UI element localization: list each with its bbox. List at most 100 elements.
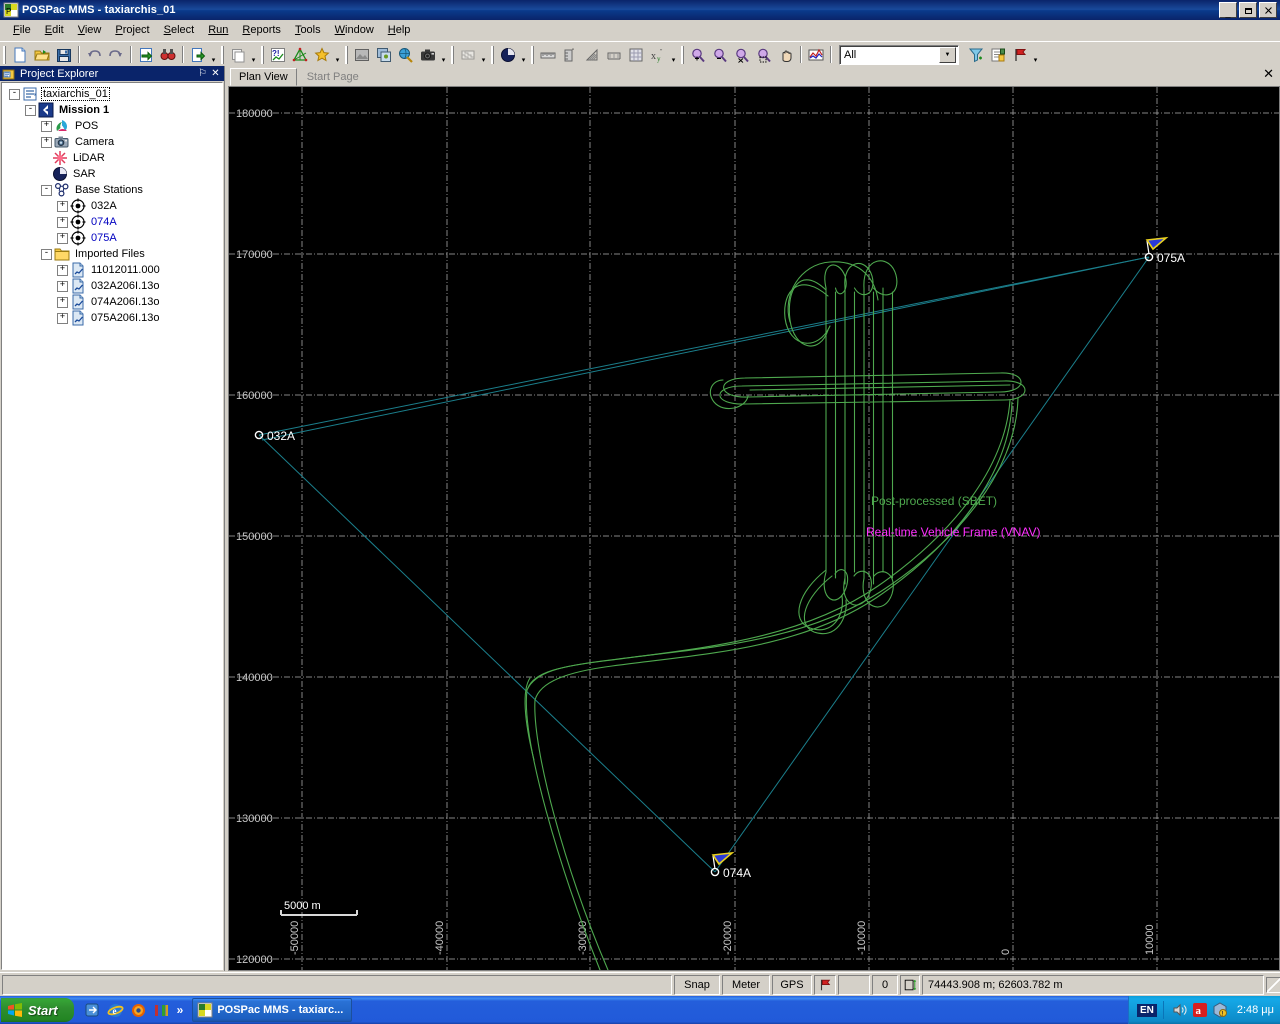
menu-edit[interactable]: Edit: [38, 22, 71, 38]
quick-launch-chevron-icon[interactable]: »: [177, 1003, 184, 1017]
tree-item-sar[interactable]: SAR: [4, 166, 222, 182]
menu-view[interactable]: View: [71, 22, 109, 38]
toolbar-grip[interactable]: [261, 45, 265, 64]
filter-combo[interactable]: All ▼: [839, 44, 959, 65]
expand-toggle-icon[interactable]: +: [57, 264, 68, 276]
toolbar-overflow-chevron[interactable]: ▾: [209, 43, 218, 66]
tree-item-074a[interactable]: +074A: [4, 214, 222, 230]
close-button[interactable]: [1259, 2, 1277, 18]
expand-toggle-icon[interactable]: +: [57, 200, 68, 212]
maximize-button[interactable]: [1239, 2, 1257, 18]
collapse-toggle-icon[interactable]: -: [25, 104, 36, 116]
expand-toggle-icon[interactable]: +: [57, 280, 68, 292]
menu-window[interactable]: Window: [328, 22, 381, 38]
zoom-out-icon[interactable]: [709, 44, 731, 65]
hatch-icon[interactable]: [581, 44, 603, 65]
toolbar-overflow-chevron[interactable]: ▾: [519, 43, 528, 66]
menu-project[interactable]: Project: [108, 22, 156, 38]
save-disk-icon[interactable]: [53, 44, 75, 65]
pan-hand-icon[interactable]: [775, 44, 797, 65]
volume-icon[interactable]: [1172, 1002, 1188, 1018]
expand-toggle-icon[interactable]: +: [41, 120, 52, 132]
tree-item-base-stations[interactable]: - Base Stations: [4, 182, 222, 198]
expand-toggle-icon[interactable]: +: [57, 296, 68, 308]
triangle-network-icon[interactable]: [289, 44, 311, 65]
toolbar-grip[interactable]: [681, 45, 685, 64]
new-document-icon[interactable]: [9, 44, 31, 65]
measure-icon[interactable]: ": [559, 44, 581, 65]
binoculars-icon[interactable]: [157, 44, 179, 65]
taskbar-button-pospac[interactable]: POSPac MMS - taxiarc...: [192, 998, 353, 1022]
collapse-toggle-icon[interactable]: -: [41, 184, 52, 196]
camera-icon[interactable]: [417, 44, 439, 65]
collapse-toggle-icon[interactable]: -: [9, 88, 20, 100]
menu-file[interactable]: FFileile: [6, 22, 38, 38]
menu-help[interactable]: Help: [381, 22, 418, 38]
tree-item-taxiarchis-01[interactable]: - taxiarchis_01: [4, 86, 222, 102]
expand-toggle-icon[interactable]: +: [57, 312, 68, 324]
toolbar-grip[interactable]: [451, 45, 455, 64]
toolbar-grip[interactable]: [3, 45, 7, 64]
status-units[interactable]: Meter: [722, 975, 770, 995]
tree-item-imported-files[interactable]: - Imported Files: [4, 246, 222, 262]
toolbar-overflow-chevron[interactable]: ▾: [333, 43, 342, 66]
star-icon[interactable]: [311, 44, 333, 65]
toolbar-grip[interactable]: [491, 45, 495, 64]
status-gps[interactable]: GPS: [772, 975, 812, 995]
red-flag-icon[interactable]: [814, 975, 836, 995]
checker-flag-icon[interactable]: [457, 44, 479, 65]
image-layers-icon[interactable]: [373, 44, 395, 65]
menu-run[interactable]: Run: [201, 22, 235, 38]
status-snap[interactable]: Snap: [674, 975, 720, 995]
plan-view-canvas[interactable]: 180000 170000 160000 150000 140000 130000 1200…: [228, 86, 1280, 971]
resize-grip[interactable]: [1266, 977, 1280, 993]
toolbar-overflow-chevron[interactable]: ▾: [439, 43, 448, 66]
tree-item-074a206i-13o[interactable]: +074A206I.13o: [4, 294, 222, 310]
pin-icon[interactable]: ⚐: [196, 68, 209, 79]
zoom-in-icon[interactable]: [687, 44, 709, 65]
toolbar-overflow-chevron[interactable]: ▾: [249, 43, 258, 66]
menu-select[interactable]: Select: [157, 22, 202, 38]
collapse-toggle-icon[interactable]: -: [41, 248, 52, 260]
toolbar-grip[interactable]: [345, 45, 349, 64]
expand-toggle-icon[interactable]: +: [57, 232, 68, 244]
tree-item-mission-1[interactable]: - Mission 1: [4, 102, 222, 118]
height-measure-icon[interactable]: [900, 975, 920, 995]
menu-tools[interactable]: Tools: [288, 22, 328, 38]
tree-item-075a[interactable]: +075A: [4, 230, 222, 246]
chevron-down-icon[interactable]: ▼: [939, 46, 956, 63]
tree-item-lidar[interactable]: LiDAR: [4, 150, 222, 166]
tree-item-075a206i-13o[interactable]: +075A206I.13o: [4, 310, 222, 326]
tree-item-032a[interactable]: +032A: [4, 198, 222, 214]
tab-start-page[interactable]: Start Page: [297, 68, 368, 86]
undo-icon[interactable]: [83, 44, 105, 65]
chart-icon[interactable]: [805, 44, 827, 65]
globe-icon[interactable]: [395, 44, 417, 65]
media-library-icon[interactable]: [153, 1002, 170, 1019]
pie-sphere-icon[interactable]: [497, 44, 519, 65]
menu-reports[interactable]: Reports: [235, 22, 288, 38]
language-indicator[interactable]: EN: [1136, 1003, 1157, 1017]
toolbar-overflow-chevron[interactable]: ▾: [1031, 43, 1040, 66]
tab-plan-view[interactable]: Plan View: [230, 68, 297, 86]
flag-icon[interactable]: [1009, 44, 1031, 65]
expand-toggle-icon[interactable]: +: [57, 216, 68, 228]
tree-item-11012011-000[interactable]: +11012011.000: [4, 262, 222, 278]
export-icon[interactable]: [187, 44, 209, 65]
image-icon[interactable]: [351, 44, 373, 65]
close-document-icon[interactable]: ✕: [1263, 67, 1274, 80]
expand-toggle-icon[interactable]: +: [41, 136, 52, 148]
qc-report-icon[interactable]: ?!: [267, 44, 289, 65]
show-desktop-icon[interactable]: [84, 1002, 101, 1019]
coords-icon[interactable]: x y ": [647, 44, 669, 65]
toolbar-grip[interactable]: [221, 45, 225, 64]
profile-icon[interactable]: [603, 44, 625, 65]
toolbar-overflow-chevron[interactable]: ▾: [479, 43, 488, 66]
start-button[interactable]: Start: [1, 998, 74, 1022]
minimize-button[interactable]: _: [1219, 2, 1237, 18]
toolbar-grip[interactable]: [531, 45, 535, 64]
toolbar-overflow-chevron[interactable]: ▾: [669, 43, 678, 66]
properties-icon[interactable]: [987, 44, 1009, 65]
tree-item-camera[interactable]: + Camera: [4, 134, 222, 150]
close-icon[interactable]: ✕: [209, 68, 222, 79]
